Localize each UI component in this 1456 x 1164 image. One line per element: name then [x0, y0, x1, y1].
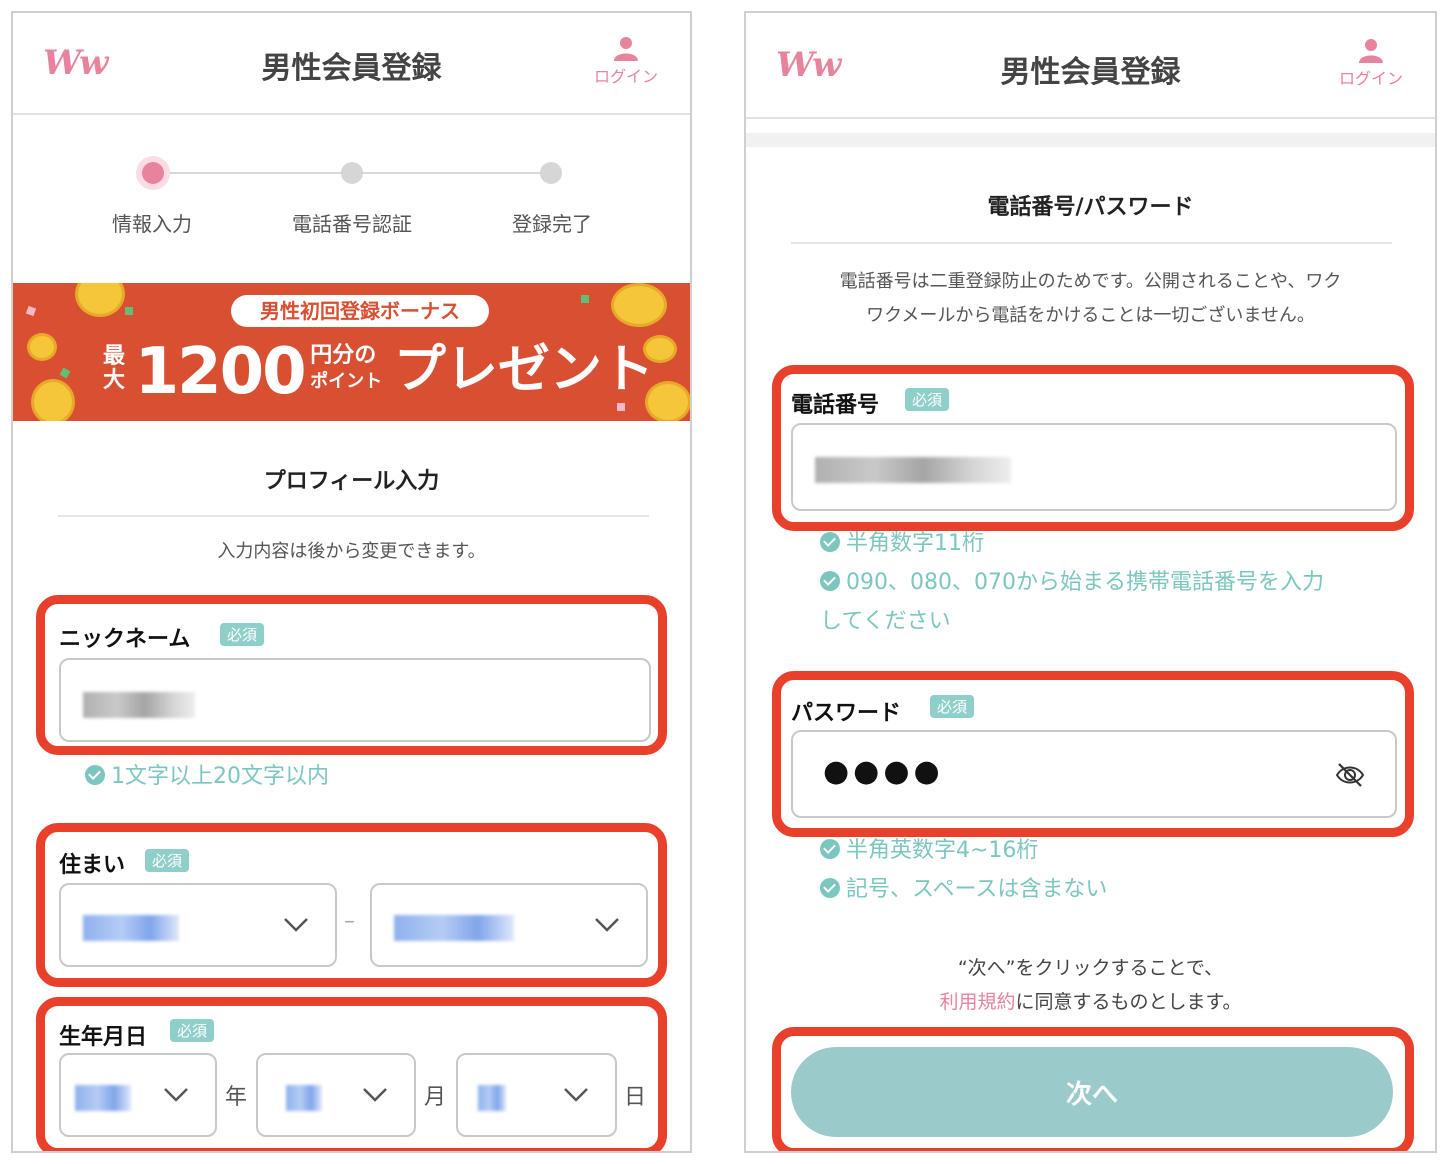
divider	[58, 515, 649, 517]
check-icon	[820, 571, 840, 591]
blurred-value	[815, 457, 1011, 483]
banner-amount: 1200	[134, 335, 307, 409]
year-unit: 年	[225, 1085, 248, 1110]
progress-steps: 情報入力 電話番号認証 登録完了	[13, 158, 690, 238]
residence-separator: –	[344, 909, 355, 934]
nickname-hint: 1文字以上20文字以内	[85, 758, 329, 796]
confetti	[25, 305, 37, 317]
password-input[interactable]: ●●●●	[791, 730, 1397, 818]
terms-line1: “次へ”をクリックすることで、	[957, 957, 1224, 979]
birth-year-select[interactable]	[59, 1053, 217, 1137]
confetti	[59, 367, 71, 379]
banner-max: 最大	[103, 344, 126, 393]
step-dot-1	[142, 162, 164, 184]
chevron-down-icon	[595, 918, 619, 932]
required-badge: 必須	[220, 623, 265, 646]
app-header: Ww 男性会員登録 ログイン	[13, 13, 690, 115]
banner-unit-top: 円分の	[310, 343, 377, 368]
required-badge: 必須	[905, 388, 950, 411]
section-title: プロフィール入力	[263, 469, 440, 494]
confetti	[581, 295, 589, 303]
birth-month-select[interactable]	[256, 1053, 416, 1137]
banner-unit: 円分の ポイント	[310, 343, 382, 395]
blurred-value	[83, 915, 179, 941]
step-label-2: 電話番号認証	[292, 212, 412, 236]
password-hint-2: 記号、スペースは含まない	[820, 871, 1107, 909]
step-dot-3	[540, 162, 562, 184]
terms-rest: に同意するものとします。	[1015, 991, 1242, 1013]
terms-line2: 利用規約に同意するものとします。	[746, 985, 1435, 1019]
blurred-value	[75, 1085, 131, 1111]
section-title: 電話番号/パスワード	[987, 195, 1194, 220]
city-select[interactable]	[370, 883, 648, 967]
gap-strip	[746, 133, 1435, 147]
step-dot-2	[341, 162, 363, 184]
chevron-down-icon	[164, 1088, 188, 1102]
divider	[791, 242, 1392, 244]
page-title: 男性会員登録	[261, 51, 442, 86]
blurred-value	[394, 915, 514, 941]
password-label: パスワード	[791, 701, 902, 726]
blurred-value	[286, 1085, 322, 1111]
profile-note: 入力内容は後から変更できます。	[217, 541, 486, 562]
login-button[interactable]: ログイン	[590, 35, 662, 87]
check-icon	[85, 765, 105, 785]
login-label: ログイン	[1338, 69, 1403, 88]
password-value: ●●●●	[823, 754, 944, 789]
required-badge: 必須	[170, 1019, 215, 1042]
blurred-value	[478, 1085, 506, 1111]
chevron-down-icon	[284, 918, 308, 932]
confetti	[125, 307, 133, 315]
nickname-label: ニックネーム	[59, 627, 191, 652]
phone-hint-2: 090、080、070から始まる携帯電話番号を入力	[820, 564, 1324, 602]
coin-decoration	[75, 283, 125, 317]
birthday-label: 生年月日	[59, 1025, 148, 1050]
residence-label: 住まい	[59, 853, 126, 878]
phone-hint-2-cont: してください	[820, 609, 951, 634]
app-header: Ww 男性会員登録 ログイン	[746, 13, 1435, 119]
phone-hint-1: 半角数字11桁	[820, 525, 984, 563]
user-icon	[614, 37, 638, 61]
step-label-3: 登録完了	[512, 212, 592, 236]
step-label-1: 情報入力	[112, 212, 192, 236]
banner-present: プレゼント	[393, 340, 654, 400]
phone-note-line1: 電話番号は二重登録防止のためです。公開されることや、ワク	[839, 271, 1342, 292]
banner-unit-bottom: ポイント	[310, 371, 383, 392]
login-button[interactable]: ログイン	[1335, 37, 1407, 89]
chevron-down-icon	[564, 1088, 588, 1102]
coin-decoration	[27, 333, 57, 361]
nickname-input[interactable]	[59, 658, 651, 742]
next-button[interactable]: 次へ	[791, 1047, 1393, 1137]
banner-pill: 男性初回登録ボーナス	[231, 295, 489, 327]
month-unit: 月	[424, 1085, 447, 1110]
login-label: ログイン	[593, 67, 658, 86]
bonus-banner[interactable]: 男性初回登録ボーナス 最大 1200 円分の ポイント プレゼント	[13, 283, 690, 421]
check-icon	[820, 839, 840, 859]
user-icon	[1359, 39, 1383, 63]
phone-note: 電話番号は二重登録防止のためです。公開されることや、ワク ワクメールから電話をか…	[746, 265, 1435, 333]
check-icon	[820, 878, 840, 898]
chevron-down-icon	[363, 1088, 387, 1102]
password-hint-1: 半角英数字4~16桁	[820, 832, 1038, 870]
phone-note-line2: ワクメールから電話をかけることは一切ございません。	[866, 305, 1315, 326]
prefecture-select[interactable]	[59, 883, 337, 967]
left-screen: Ww 男性会員登録 ログイン 情報入力 電話番号認証 登録完了 男性初回登録ボー…	[11, 11, 692, 1153]
eye-off-icon[interactable]	[1335, 762, 1365, 788]
day-unit: 日	[624, 1085, 647, 1110]
required-badge: 必須	[145, 849, 190, 872]
banner-headline: 最大 1200 円分の ポイント プレゼント	[103, 335, 654, 409]
coin-decoration	[31, 379, 75, 421]
terms-notice: “次へ”をクリックすることで、 利用規約に同意するものとします。	[746, 951, 1435, 1019]
phone-label: 電話番号	[791, 393, 880, 418]
required-badge: 必須	[930, 695, 975, 718]
blurred-value	[83, 692, 195, 718]
phone-input[interactable]	[791, 423, 1397, 511]
right-screen: Ww 男性会員登録 ログイン 電話番号/パスワード 電話番号は二重登録防止のため…	[744, 11, 1437, 1153]
terms-link[interactable]: 利用規約	[939, 991, 1015, 1013]
page-title: 男性会員登録	[1000, 55, 1181, 90]
birth-day-select[interactable]	[456, 1053, 617, 1137]
coin-decoration	[611, 283, 667, 327]
check-icon	[820, 532, 840, 552]
